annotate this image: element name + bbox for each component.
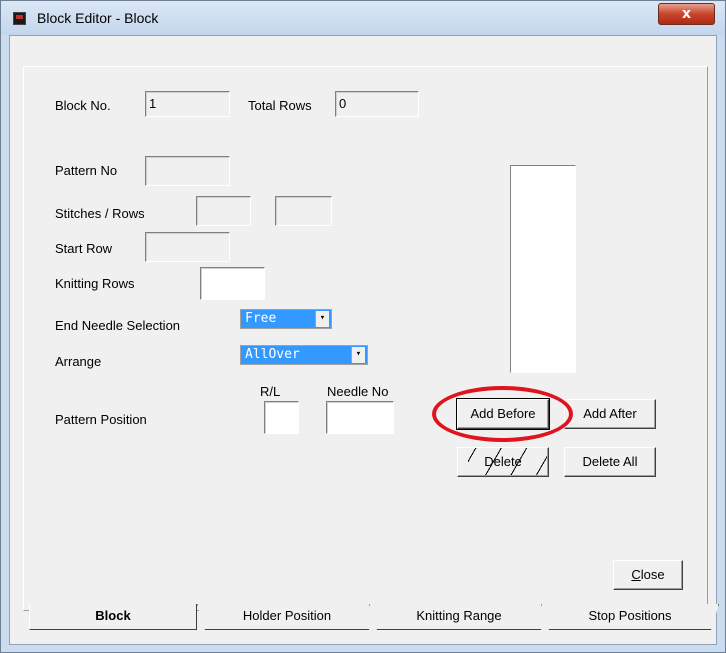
end-needle-selection-value: Free [245, 311, 277, 326]
tab-strip: Block Holder Position Knitting Range Sto… [29, 604, 719, 630]
block-editor-window: Block Editor - Block x Block No. 1 Total… [0, 0, 726, 653]
needle-no-field[interactable] [326, 401, 394, 434]
arrange-value: AllOver [245, 347, 300, 362]
end-needle-selection-combo[interactable]: Free ▾ [240, 309, 332, 329]
pattern-position-label: Pattern Position [55, 412, 147, 427]
total-rows-field[interactable]: 0 [335, 91, 419, 117]
knitting-rows-label: Knitting Rows [55, 276, 135, 291]
arrange-label: Arrange [55, 354, 102, 369]
block-no-field[interactable]: 1 [145, 91, 230, 117]
dropdown-arrow-icon[interactable]: ▾ [315, 311, 329, 327]
block-tab-pane [23, 66, 708, 611]
window-close-button[interactable]: x [658, 3, 715, 25]
add-before-button[interactable]: Add Before [456, 398, 550, 430]
arrange-combo[interactable]: AllOver ▾ [240, 345, 368, 365]
start-row-field[interactable] [145, 232, 230, 262]
knitting-rows-field[interactable] [200, 267, 265, 300]
tab-block[interactable]: Block [29, 604, 197, 630]
app-icon [13, 12, 26, 25]
pattern-no-field[interactable] [145, 156, 230, 186]
total-rows-label: Total Rows [248, 98, 312, 113]
rows-field[interactable] [275, 196, 332, 226]
stitches-rows-label: Stitches / Rows [55, 206, 145, 221]
dropdown-arrow-icon[interactable]: ▾ [351, 347, 365, 363]
end-needle-selection-label: End Needle Selection [55, 318, 181, 333]
close-button[interactable]: Close [613, 560, 683, 590]
tab-knitting-range[interactable]: Knitting Range [369, 604, 549, 630]
needle-no-label: Needle No [327, 384, 389, 399]
delete-all-button[interactable]: Delete All [564, 447, 656, 477]
dialog-client-area: Block No. 1 Total Rows 0 Pattern No Stit… [9, 35, 717, 645]
block-no-label: Block No. [55, 98, 111, 113]
window-title: Block Editor - Block [37, 10, 159, 26]
delete-button[interactable]: Delete [457, 447, 549, 477]
close-label-rest: lose [640, 567, 665, 582]
close-accelerator: C [631, 567, 641, 582]
add-after-button[interactable]: Add After [564, 399, 656, 429]
rl-label: R/L [260, 384, 281, 399]
start-row-label: Start Row [55, 241, 113, 256]
block-listbox[interactable] [510, 165, 576, 373]
pattern-no-label: Pattern No [55, 163, 118, 178]
stitches-field[interactable] [196, 196, 251, 226]
tab-stop-positions[interactable]: Stop Positions [541, 604, 719, 630]
tab-holder-position[interactable]: Holder Position [197, 604, 377, 630]
title-bar[interactable]: Block Editor - Block x [1, 1, 725, 35]
rl-field[interactable] [264, 401, 299, 434]
